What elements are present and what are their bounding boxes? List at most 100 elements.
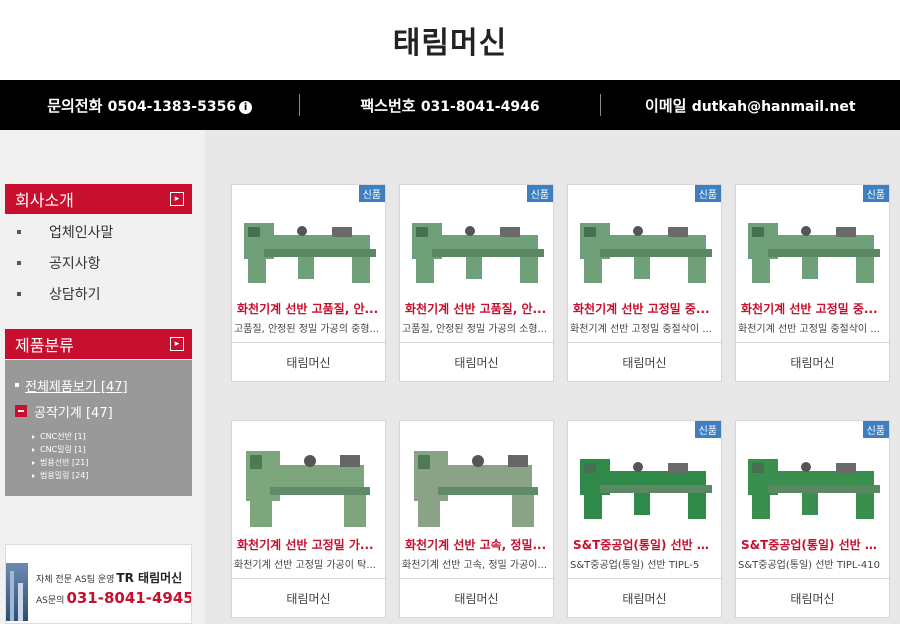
lathe-image xyxy=(748,459,880,519)
product-card[interactable]: 화천기계 선반 고정밀 가... 화천기계 선반 고정밀 가공이 탁... 태림… xyxy=(231,420,386,618)
email-label: 이메일 xyxy=(645,96,687,115)
triangle-icon xyxy=(32,447,35,452)
phone-label: 문의전화 xyxy=(47,96,103,115)
product-name[interactable]: 화천기계 선반 고정밀 가... xyxy=(232,532,385,558)
lathe-image xyxy=(412,223,544,283)
product-image[interactable]: 신품 xyxy=(736,185,889,296)
phone-number[interactable]: 0504-1383-5356 xyxy=(108,99,237,115)
product-description: 화천기계 선반 고정밀 중절삭이 ... xyxy=(570,324,712,335)
contact-phone[interactable]: 문의전화 0504-1383-5356 i xyxy=(0,95,299,116)
new-badge: 신품 xyxy=(694,421,721,438)
seller-name[interactable]: 태림머신 xyxy=(400,342,553,382)
seller-name[interactable]: 태림머신 xyxy=(568,578,721,618)
product-image[interactable]: 신품 xyxy=(232,185,385,296)
banner-line2: AS문의 031-8041-4945 xyxy=(36,589,192,607)
banner-brand: TR 태림머신 xyxy=(116,571,183,585)
as-banner[interactable]: 자체 전문 AS팀 운영 TR 태림머신 AS문의 031-8041-4945 xyxy=(5,544,192,624)
lathe-image xyxy=(748,223,880,283)
lathe-image xyxy=(246,451,370,527)
product-image[interactable] xyxy=(400,421,553,532)
seller-name[interactable]: 태림머신 xyxy=(568,342,721,382)
banner-phone: 031-8041-4945 xyxy=(66,589,192,607)
fax-label: 팩스번호 xyxy=(360,96,416,115)
product-image[interactable]: 신품 xyxy=(568,185,721,296)
product-image[interactable]: 신품 xyxy=(736,421,889,532)
info-icon[interactable]: i xyxy=(239,100,253,114)
new-badge: 신품 xyxy=(526,185,553,202)
product-name[interactable]: 화천기계 선반 고속, 정밀... xyxy=(400,532,553,558)
product-description: 고품질, 안정된 정밀 가공의 소형... xyxy=(402,324,548,335)
triangle-icon xyxy=(32,473,35,478)
expand-icon[interactable]: ▸ xyxy=(170,192,184,206)
product-image[interactable] xyxy=(232,421,385,532)
sidebar-item-consult[interactable]: 상담하기 xyxy=(5,278,192,309)
about-header[interactable]: 회사소개 ▸ xyxy=(5,184,192,214)
product-description: 화천기계 선반 고속, 정밀 가공이... xyxy=(402,560,548,571)
contact-email[interactable]: 이메일 dutkah@hanmail.net xyxy=(601,95,900,116)
lathe-image xyxy=(414,451,538,527)
sidebar-item-label: 상담하기 xyxy=(49,286,101,303)
triangle-icon xyxy=(32,460,35,465)
contact-bar: 문의전화 0504-1383-5356 i 팩스번호 031-8041-4946 … xyxy=(0,80,900,130)
seller-name[interactable]: 태림머신 xyxy=(736,578,889,618)
seller-name[interactable]: 태림머신 xyxy=(400,578,553,618)
product-image[interactable]: 신품 xyxy=(400,185,553,296)
site-title[interactable]: 태림머신 xyxy=(0,0,900,80)
product-name[interactable]: S&T중공업(통일) 선반 TI... xyxy=(736,532,889,558)
lathe-image xyxy=(580,223,712,283)
expand-icon[interactable]: ▸ xyxy=(170,337,184,351)
category-header[interactable]: 제품분류 ▸ xyxy=(5,329,192,359)
collapse-icon[interactable] xyxy=(15,405,27,417)
new-badge: 신품 xyxy=(694,185,721,202)
new-badge: 신품 xyxy=(862,421,889,438)
banner-line1: 자체 전문 AS팀 운영 TR 태림머신 xyxy=(36,571,183,585)
seller-name[interactable]: 태림머신 xyxy=(736,342,889,382)
product-description: 화천기계 선반 고정밀 가공이 탁... xyxy=(234,560,376,571)
category-title: 제품분류 xyxy=(15,336,74,355)
subcategory-list: CNC선반 [1] CNC밀링 [1] 범용선반 [21] 범용밀링 [24] xyxy=(5,430,192,482)
new-badge: 신품 xyxy=(862,185,889,202)
product-name[interactable]: 화천기계 선반 고품질, 안... xyxy=(232,296,385,322)
subcategory-item[interactable]: 범용밀링 [24] xyxy=(5,469,192,482)
product-card[interactable]: 신품 화천기계 선반 고정밀 중... 화천기계 선반 고정밀 중절삭이 ...… xyxy=(567,184,722,382)
seller-name[interactable]: 태림머신 xyxy=(232,342,385,382)
product-name[interactable]: 화천기계 선반 고품질, 안... xyxy=(400,296,553,322)
lathe-image xyxy=(244,223,376,283)
sidebar-item-notice[interactable]: 공지사항 xyxy=(5,247,192,278)
subcategory-item[interactable]: 범용선반 [21] xyxy=(5,456,192,469)
sidebar-item-label: 공지사항 xyxy=(49,255,101,272)
product-name[interactable]: S&T중공업(통일) 선반 TI... xyxy=(568,532,721,558)
sidebar: 회사소개 ▸ 업체인사말 공지사항 상담하기 제품분류 ▸ 전체제품보기 [47… xyxy=(0,130,205,624)
category-box: 전체제품보기 [47] 공작기계 [47] CNC선반 [1] CNC밀링 [1… xyxy=(5,360,192,496)
triangle-icon xyxy=(32,434,35,439)
product-description: S&T중공업(통일) 선반 TIPL-5 xyxy=(570,560,700,571)
product-name[interactable]: 화천기계 선반 고정밀 중... xyxy=(736,296,889,322)
product-card[interactable]: 신품 화천기계 선반 고정밀 중... 화천기계 선반 고정밀 중절삭이 ...… xyxy=(735,184,890,382)
sidebar-item-greeting[interactable]: 업체인사말 xyxy=(5,216,192,247)
contact-fax: 팩스번호 031-8041-4946 xyxy=(300,95,599,116)
new-badge: 신품 xyxy=(358,185,385,202)
subcategory-item[interactable]: CNC밀링 [1] xyxy=(5,443,192,456)
city-illustration xyxy=(6,563,28,621)
product-card[interactable]: 신품 S&T중공업(통일) 선반 TI... S&T중공업(통일) 선반 TIP… xyxy=(567,420,722,618)
category-machine-tools[interactable]: 공작기계 [47] xyxy=(5,398,192,424)
main-area: 회사소개 ▸ 업체인사말 공지사항 상담하기 제품분류 ▸ 전체제품보기 [47… xyxy=(0,130,900,624)
email-address[interactable]: dutkah@hanmail.net xyxy=(692,99,856,115)
subcategory-item[interactable]: CNC선반 [1] xyxy=(5,430,192,443)
product-description: S&T중공업(통일) 선반 TIPL-410 xyxy=(738,560,880,571)
product-description: 화천기계 선반 고정밀 중절삭이 ... xyxy=(738,324,880,335)
about-list: 업체인사말 공지사항 상담하기 xyxy=(5,216,192,309)
sidebar-item-label: 업체인사말 xyxy=(49,224,114,241)
about-title: 회사소개 xyxy=(15,191,74,210)
product-card[interactable]: 신품 화천기계 선반 고품질, 안... 고품질, 안정된 정밀 가공의 중형.… xyxy=(231,184,386,382)
product-name[interactable]: 화천기계 선반 고정밀 중... xyxy=(568,296,721,322)
product-card[interactable]: 신품 S&T중공업(통일) 선반 TI... S&T중공업(통일) 선반 TIP… xyxy=(735,420,890,618)
product-image[interactable]: 신품 xyxy=(568,421,721,532)
product-description: 고품질, 안정된 정밀 가공의 중형... xyxy=(234,324,380,335)
fax-number: 031-8041-4946 xyxy=(420,98,540,115)
product-card[interactable]: 화천기계 선반 고속, 정밀... 화천기계 선반 고속, 정밀 가공이... … xyxy=(399,420,554,618)
category-all[interactable]: 전체제품보기 [47] xyxy=(5,372,192,398)
seller-name[interactable]: 태림머신 xyxy=(232,578,385,618)
product-card[interactable]: 신품 화천기계 선반 고품질, 안... 고품질, 안정된 정밀 가공의 소형.… xyxy=(399,184,554,382)
lathe-image xyxy=(580,459,712,519)
